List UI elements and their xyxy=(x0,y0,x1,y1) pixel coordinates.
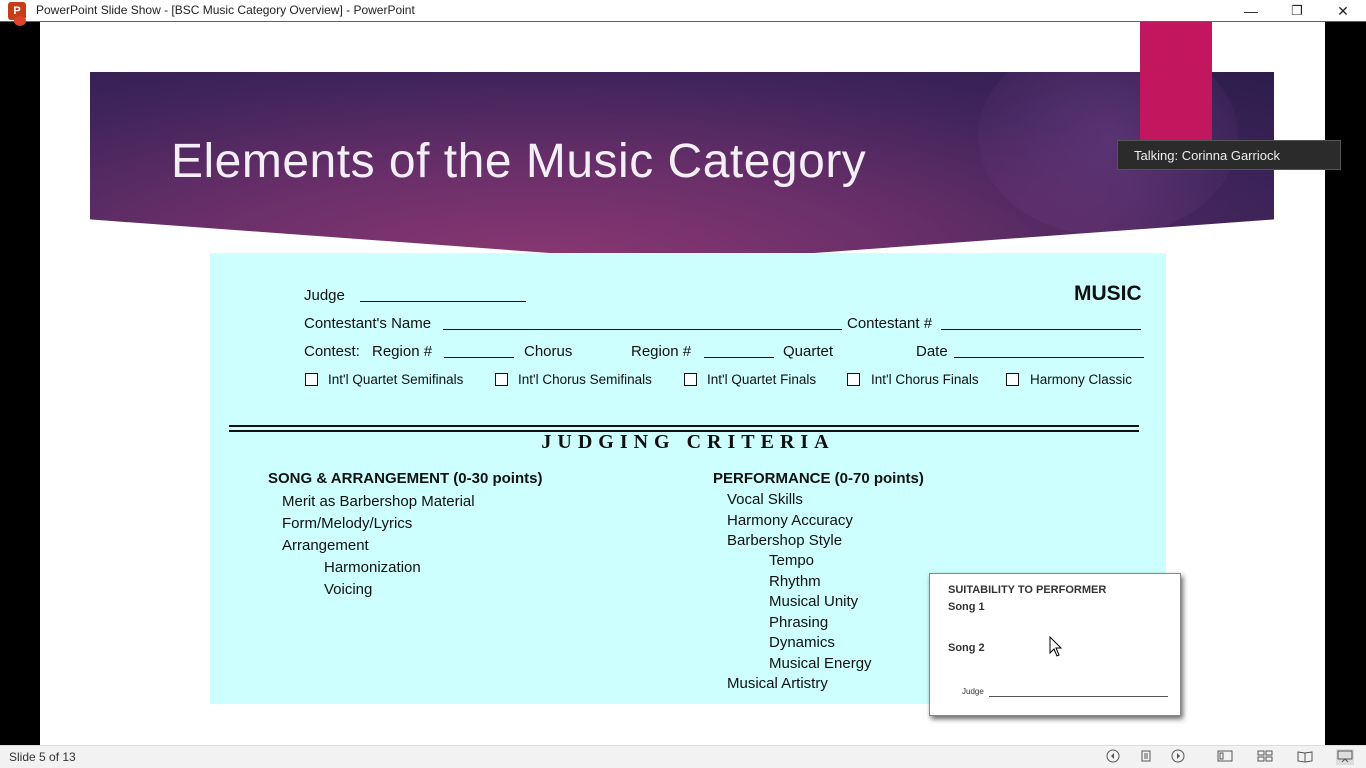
judge-label: Judge xyxy=(304,287,345,304)
contestant-name-line xyxy=(443,329,842,330)
checkbox-label: Harmony Classic xyxy=(1030,372,1133,387)
performance-sub-item: Tempo xyxy=(769,552,815,569)
judge-line xyxy=(360,301,526,302)
chorus-region-line xyxy=(444,357,514,358)
checkbox-intl-quartet-finals xyxy=(684,373,697,386)
song-item: Form/Melody/Lyrics xyxy=(282,515,413,532)
slide-sorter-icon[interactable] xyxy=(1256,749,1274,765)
card-judge-line xyxy=(989,696,1168,697)
checkbox-label: Int'l Quartet Finals xyxy=(707,372,817,387)
performance-item: Barbershop Style xyxy=(727,532,843,549)
quartet-label: Quartet xyxy=(783,343,834,360)
checkbox-intl-chorus-finals xyxy=(847,373,860,386)
window-title: PowerPoint Slide Show - [BSC Music Categ… xyxy=(36,3,415,17)
status-bar: Slide 5 of 13 xyxy=(0,745,1366,768)
contestant-name-label: Contestant's Name xyxy=(304,315,432,332)
performance-heading: PERFORMANCE (0-70 points) xyxy=(713,470,924,487)
talking-indicator-text: Talking: Corinna Garriock xyxy=(1134,148,1280,163)
reading-view-icon[interactable] xyxy=(1296,749,1314,765)
song-2-label: Song 2 xyxy=(948,642,985,654)
close-button[interactable]: ✕ xyxy=(1320,0,1366,22)
minimize-button[interactable]: — xyxy=(1228,0,1274,22)
performance-sub-item: Rhythm xyxy=(769,573,821,590)
song-arrangement-heading: SONG & ARRANGEMENT (0-30 points) xyxy=(268,470,543,487)
slide-title: Elements of the Music Category xyxy=(171,135,867,188)
song-1-label: Song 1 xyxy=(948,601,985,613)
checkbox-label: Int'l Chorus Semifinals xyxy=(518,372,652,387)
chorus-label: Chorus xyxy=(524,343,573,360)
checkbox-label: Int'l Chorus Finals xyxy=(871,372,979,387)
song-sub-item: Harmonization xyxy=(324,559,421,576)
song-sub-item: Voicing xyxy=(324,581,373,598)
song-item: Merit as Barbershop Material xyxy=(282,493,475,510)
performance-item: Musical Artistry xyxy=(727,675,828,692)
region-label-chorus: Region # xyxy=(372,343,433,360)
mouse-cursor-icon xyxy=(1049,636,1063,657)
contestant-number-label: Contestant # xyxy=(847,315,933,332)
slideshow-icon[interactable] xyxy=(1336,749,1354,765)
notes-icon[interactable] xyxy=(1137,749,1155,765)
powerpoint-app-icon[interactable]: P xyxy=(8,2,26,26)
judging-criteria-heading: JUDGING CRITERIA xyxy=(541,431,835,453)
restore-button[interactable]: ❐ xyxy=(1274,0,1320,22)
normal-view-icon[interactable] xyxy=(1216,749,1234,765)
performance-item: Vocal Skills xyxy=(727,491,803,508)
date-line xyxy=(954,357,1144,358)
date-label: Date xyxy=(916,343,948,360)
card-judge-label: Judge xyxy=(962,687,984,696)
contestant-number-line xyxy=(941,329,1141,330)
checkbox-intl-chorus-semifinals xyxy=(495,373,508,386)
performance-sub-item: Musical Energy xyxy=(769,655,872,672)
window-title-bar[interactable]: P PowerPoint Slide Show - [BSC Music Cat… xyxy=(0,0,1366,26)
performance-sub-item: Phrasing xyxy=(769,614,829,631)
song-item: Arrangement xyxy=(282,537,369,554)
suitability-heading: SUITABILITY TO PERFORMER xyxy=(948,584,1107,596)
music-label: MUSIC xyxy=(1074,282,1142,305)
divider-rule xyxy=(229,425,1139,427)
performance-item: Harmony Accuracy xyxy=(727,512,853,529)
slide-canvas[interactable]: Elements of the Music Category Judge MUS… xyxy=(40,22,1325,745)
next-slide-icon[interactable] xyxy=(1169,749,1187,765)
contest-label: Contest: xyxy=(304,343,360,360)
slide-counter: Slide 5 of 13 xyxy=(9,750,76,764)
region-label-quartet: Region # xyxy=(631,343,692,360)
quartet-region-line xyxy=(704,357,774,358)
talking-indicator: Talking: Corinna Garriock xyxy=(1117,140,1341,170)
checkbox-intl-quartet-semifinals xyxy=(305,373,318,386)
accent-tab xyxy=(1140,22,1212,140)
performance-sub-item: Dynamics xyxy=(769,634,835,651)
checkbox-label: Int'l Quartet Semifinals xyxy=(328,372,464,387)
checkbox-harmony-classic xyxy=(1006,373,1019,386)
app-icon-badge xyxy=(14,16,26,26)
previous-slide-icon[interactable] xyxy=(1104,749,1122,765)
performance-sub-item: Musical Unity xyxy=(769,593,859,610)
